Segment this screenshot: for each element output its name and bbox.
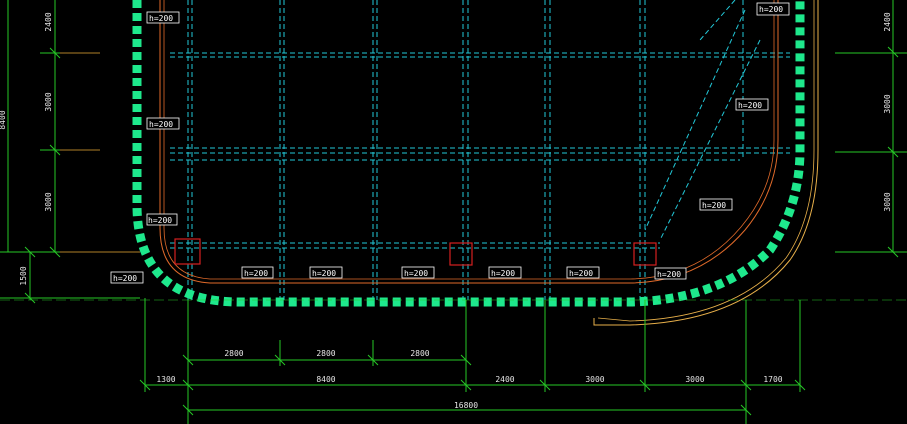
left-dim-3: 3000 [44, 192, 53, 211]
label-h10-text: h=200 [657, 270, 681, 279]
label-h5[interactable]: h=200 [241, 266, 274, 279]
bottom-dim-r1a: 2800 [224, 349, 243, 358]
label-h4[interactable]: h=200 [110, 271, 144, 284]
label-h12-text: h=200 [738, 101, 762, 110]
label-h3-text: h=200 [148, 216, 172, 225]
label-h11[interactable]: h=200 [699, 198, 733, 211]
label-h5-text: h=200 [244, 269, 268, 278]
label-h13-text: h=200 [759, 5, 783, 14]
label-h4-text: h=200 [113, 274, 137, 283]
label-h11-text: h=200 [702, 201, 726, 210]
left-dim-2: 3000 [44, 92, 53, 111]
right-dim-2: 3000 [883, 94, 892, 113]
label-h7[interactable]: h=200 [401, 266, 435, 279]
bottom-dim-r2b: 8400 [316, 375, 335, 384]
label-h9[interactable]: h=200 [566, 266, 600, 279]
label-h6[interactable]: h=200 [309, 266, 343, 279]
label-h10[interactable]: h=200 [654, 267, 687, 280]
bottom-dim-r2e: 3000 [685, 375, 704, 384]
right-dimensions [835, 0, 907, 258]
cad-drawing-canvas[interactable]: h=200 h=200 h=200 h=200 h=200 h=200 h=20… [0, 0, 907, 424]
bottom-dim-r2a: 1300 [156, 375, 175, 384]
slab-labels: h=200 h=200 h=200 h=200 h=200 h=200 h=20… [110, 2, 790, 284]
label-h8[interactable]: h=200 [488, 266, 522, 279]
bottom-dim-r2c: 2400 [495, 375, 514, 384]
label-h8-text: h=200 [491, 269, 515, 278]
label-h12[interactable]: h=200 [735, 98, 769, 111]
label-h2-text: h=200 [149, 120, 173, 129]
label-h1-text: h=200 [149, 14, 173, 23]
grid-lines [170, 0, 790, 300]
beam-outer [593, 0, 819, 326]
label-h7-text: h=200 [404, 269, 428, 278]
column-2[interactable] [449, 242, 473, 266]
left-dim-1: 2400 [44, 12, 53, 31]
label-h2[interactable]: h=200 [146, 117, 180, 130]
left-dim-total: 8400 [0, 110, 7, 129]
right-dim-1: 2400 [883, 12, 892, 31]
label-h9-text: h=200 [569, 269, 593, 278]
beam-inner-2 [163, 0, 775, 280]
label-h6-text: h=200 [312, 269, 336, 278]
column-3[interactable] [633, 242, 657, 266]
grid-diag-1 [644, 9, 746, 231]
left-dim-orange [60, 52, 140, 253]
bottom-dim-r2f: 1700 [763, 375, 782, 384]
bottom-dim-total: 16800 [454, 401, 478, 410]
label-h1[interactable]: h=200 [146, 11, 180, 24]
left-dim-4: 1500 [19, 266, 28, 285]
label-h3[interactable]: h=200 [146, 213, 178, 226]
bottom-dim-r1c: 2800 [410, 349, 429, 358]
bottom-dim-r1b: 2800 [316, 349, 335, 358]
label-h13[interactable]: h=200 [756, 2, 790, 16]
left-dimensions [0, 0, 140, 304]
grid-diag-3 [699, 0, 736, 41]
right-dim-3: 3000 [883, 192, 892, 211]
bottom-dim-r2d: 3000 [585, 375, 604, 384]
